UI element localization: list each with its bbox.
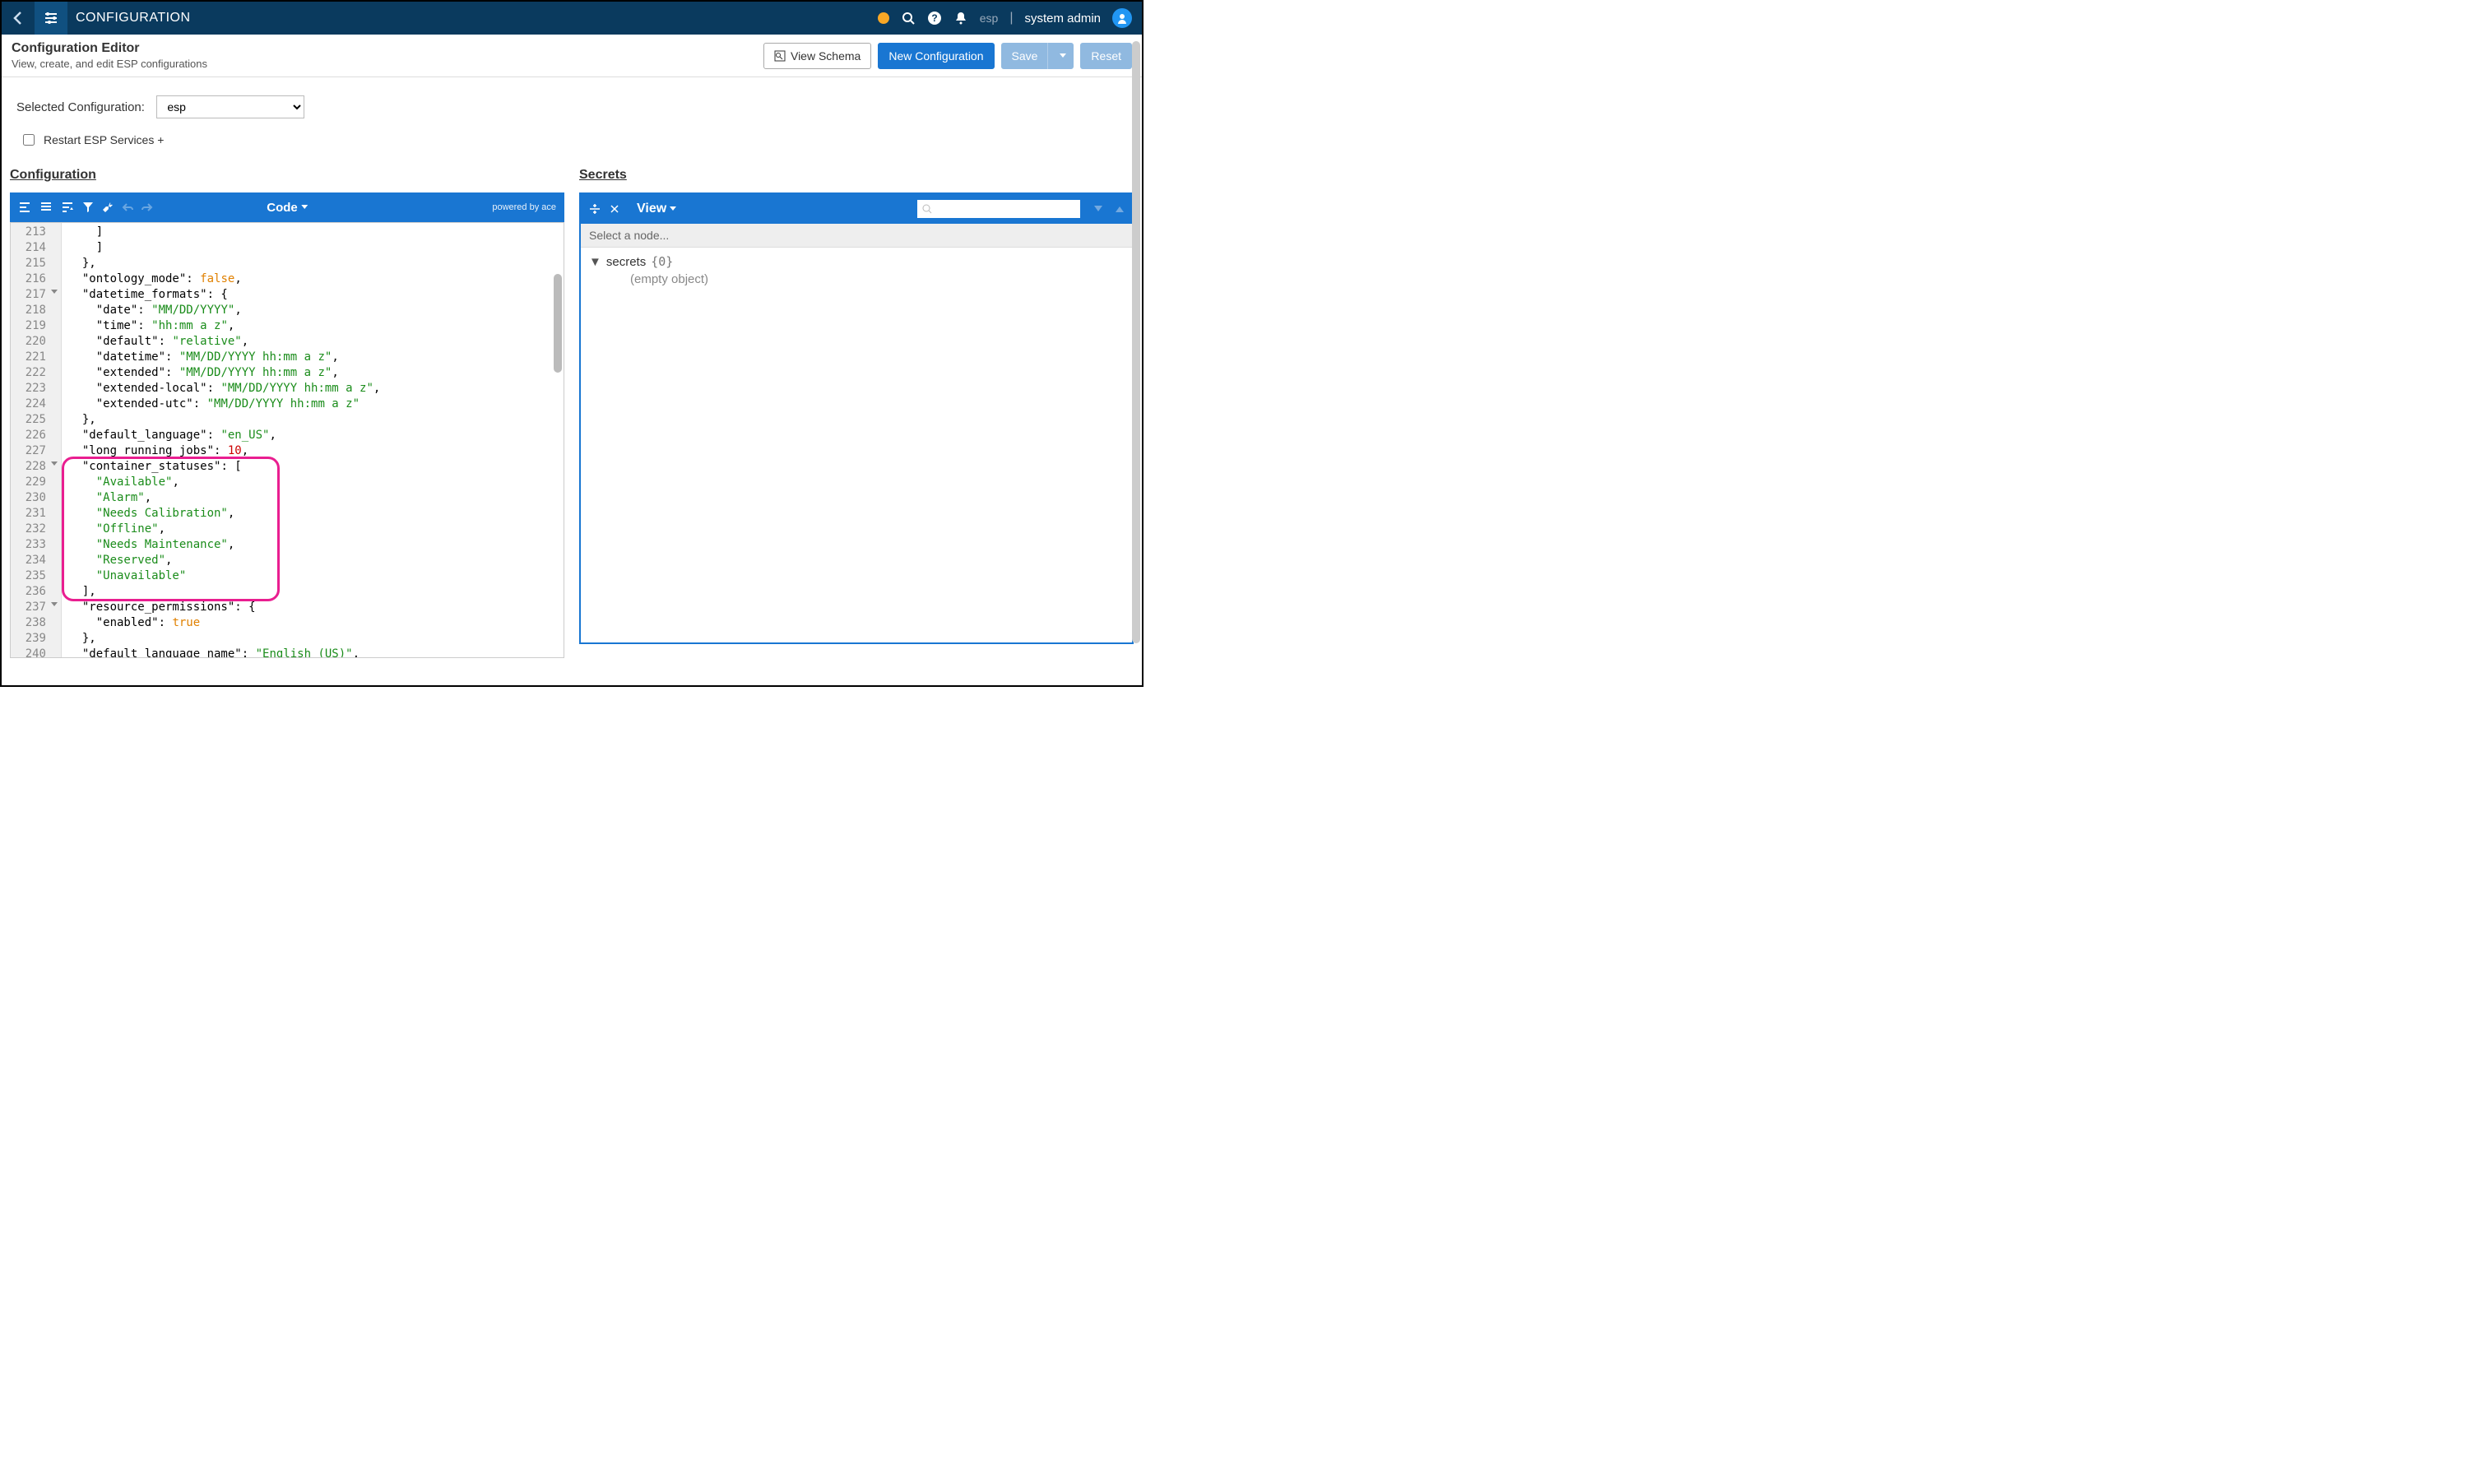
user-label: system admin (1024, 12, 1101, 26)
chevron-left-icon (12, 11, 24, 26)
secrets-root-node[interactable]: ▼ secrets {0} (589, 254, 1124, 269)
editor-scrollbar[interactable] (554, 225, 562, 658)
reset-button[interactable]: Reset (1080, 43, 1132, 69)
save-caret[interactable] (1053, 43, 1073, 69)
chevron-down-icon (1060, 53, 1066, 58)
tree-toggle-icon[interactable]: ▼ (589, 255, 601, 269)
restart-checkbox[interactable] (23, 134, 35, 146)
sub-header: Configuration Editor View, create, and e… (2, 35, 1142, 77)
editor-toolbar: Code powered by ace (10, 192, 564, 222)
sort-icon[interactable] (61, 202, 74, 213)
view-dropdown[interactable]: View (637, 202, 676, 216)
config-icon (35, 2, 67, 35)
gutter: 2132142152162172182192202212222232242252… (11, 223, 62, 657)
undo-icon[interactable] (122, 202, 133, 213)
code-tab[interactable]: Code (267, 201, 308, 215)
secrets-breadcrumb: Select a node... (581, 224, 1132, 248)
restart-row: Restart ESP Services + (2, 127, 1142, 163)
code-tab-label: Code (267, 201, 298, 215)
collapse-all-icon[interactable] (609, 203, 620, 215)
config-selector-row: Selected Configuration: esp (2, 77, 1142, 127)
powered-by-label: powered by ace (492, 202, 556, 212)
page-scroll-thumb[interactable] (1132, 41, 1140, 643)
separator: | (1009, 11, 1013, 26)
topbar: CONFIGURATION ? esp | system admin (2, 2, 1142, 35)
configuration-pane: Configuration Code powered by ace 213214… (10, 163, 564, 658)
redo-icon[interactable] (141, 202, 153, 213)
view-label: View (637, 202, 666, 216)
secrets-search[interactable] (916, 199, 1081, 219)
chevron-down-icon (670, 206, 676, 211)
org-label: esp (980, 12, 999, 25)
format-icon[interactable] (18, 202, 31, 213)
secrets-root-key: secrets (606, 255, 646, 269)
back-button[interactable] (2, 2, 35, 35)
chevron-down-icon (301, 205, 308, 210)
avatar[interactable] (1112, 8, 1132, 28)
search-icon (922, 204, 932, 214)
bell-icon[interactable] (953, 11, 968, 26)
svg-text:?: ? (931, 12, 937, 24)
selected-config-label: Selected Configuration: (16, 100, 145, 114)
editor-title: Configuration Editor (12, 41, 207, 56)
code-body[interactable]: ] ] }, "ontology_mode": false, "datetime… (62, 223, 564, 657)
new-config-label: New Configuration (888, 49, 983, 63)
search-icon[interactable] (901, 11, 916, 26)
secrets-toolbar: View (581, 194, 1132, 224)
compact-icon[interactable] (39, 202, 53, 213)
filter-icon[interactable] (82, 202, 94, 213)
code-editor[interactable]: 2132142152162172182192202212222232242252… (10, 222, 564, 658)
view-schema-label: View Schema (791, 49, 861, 63)
secrets-empty-label: (empty object) (630, 272, 1124, 286)
search-next-icon[interactable] (1094, 206, 1102, 212)
status-dot (878, 12, 889, 24)
editor-scroll-thumb[interactable] (554, 274, 562, 373)
help-icon[interactable]: ? (927, 11, 942, 26)
reset-label: Reset (1091, 49, 1121, 63)
search-prev-icon[interactable] (1116, 206, 1124, 212)
page-scrollbar[interactable] (1132, 41, 1140, 682)
config-select[interactable]: esp (156, 95, 304, 118)
configuration-heading: Configuration (10, 168, 564, 183)
view-schema-button[interactable]: View Schema (763, 43, 871, 69)
repair-icon[interactable] (102, 202, 114, 213)
secrets-tree[interactable]: ▼ secrets {0} (empty object) (581, 248, 1132, 642)
restart-label: Restart ESP Services + (44, 133, 164, 146)
save-label: Save (1012, 49, 1038, 63)
secrets-root-brace: {0} (651, 254, 673, 269)
expand-all-icon[interactable] (589, 203, 601, 215)
schema-icon (774, 50, 786, 62)
secrets-pane: Secrets View Select a node... ▼ secrets … (579, 163, 1134, 658)
page-title: CONFIGURATION (76, 11, 191, 26)
new-config-button[interactable]: New Configuration (878, 43, 994, 69)
editor-subtitle: View, create, and edit ESP configuration… (12, 58, 207, 70)
save-button[interactable]: Save (1001, 43, 1074, 69)
secrets-heading: Secrets (579, 168, 1134, 183)
